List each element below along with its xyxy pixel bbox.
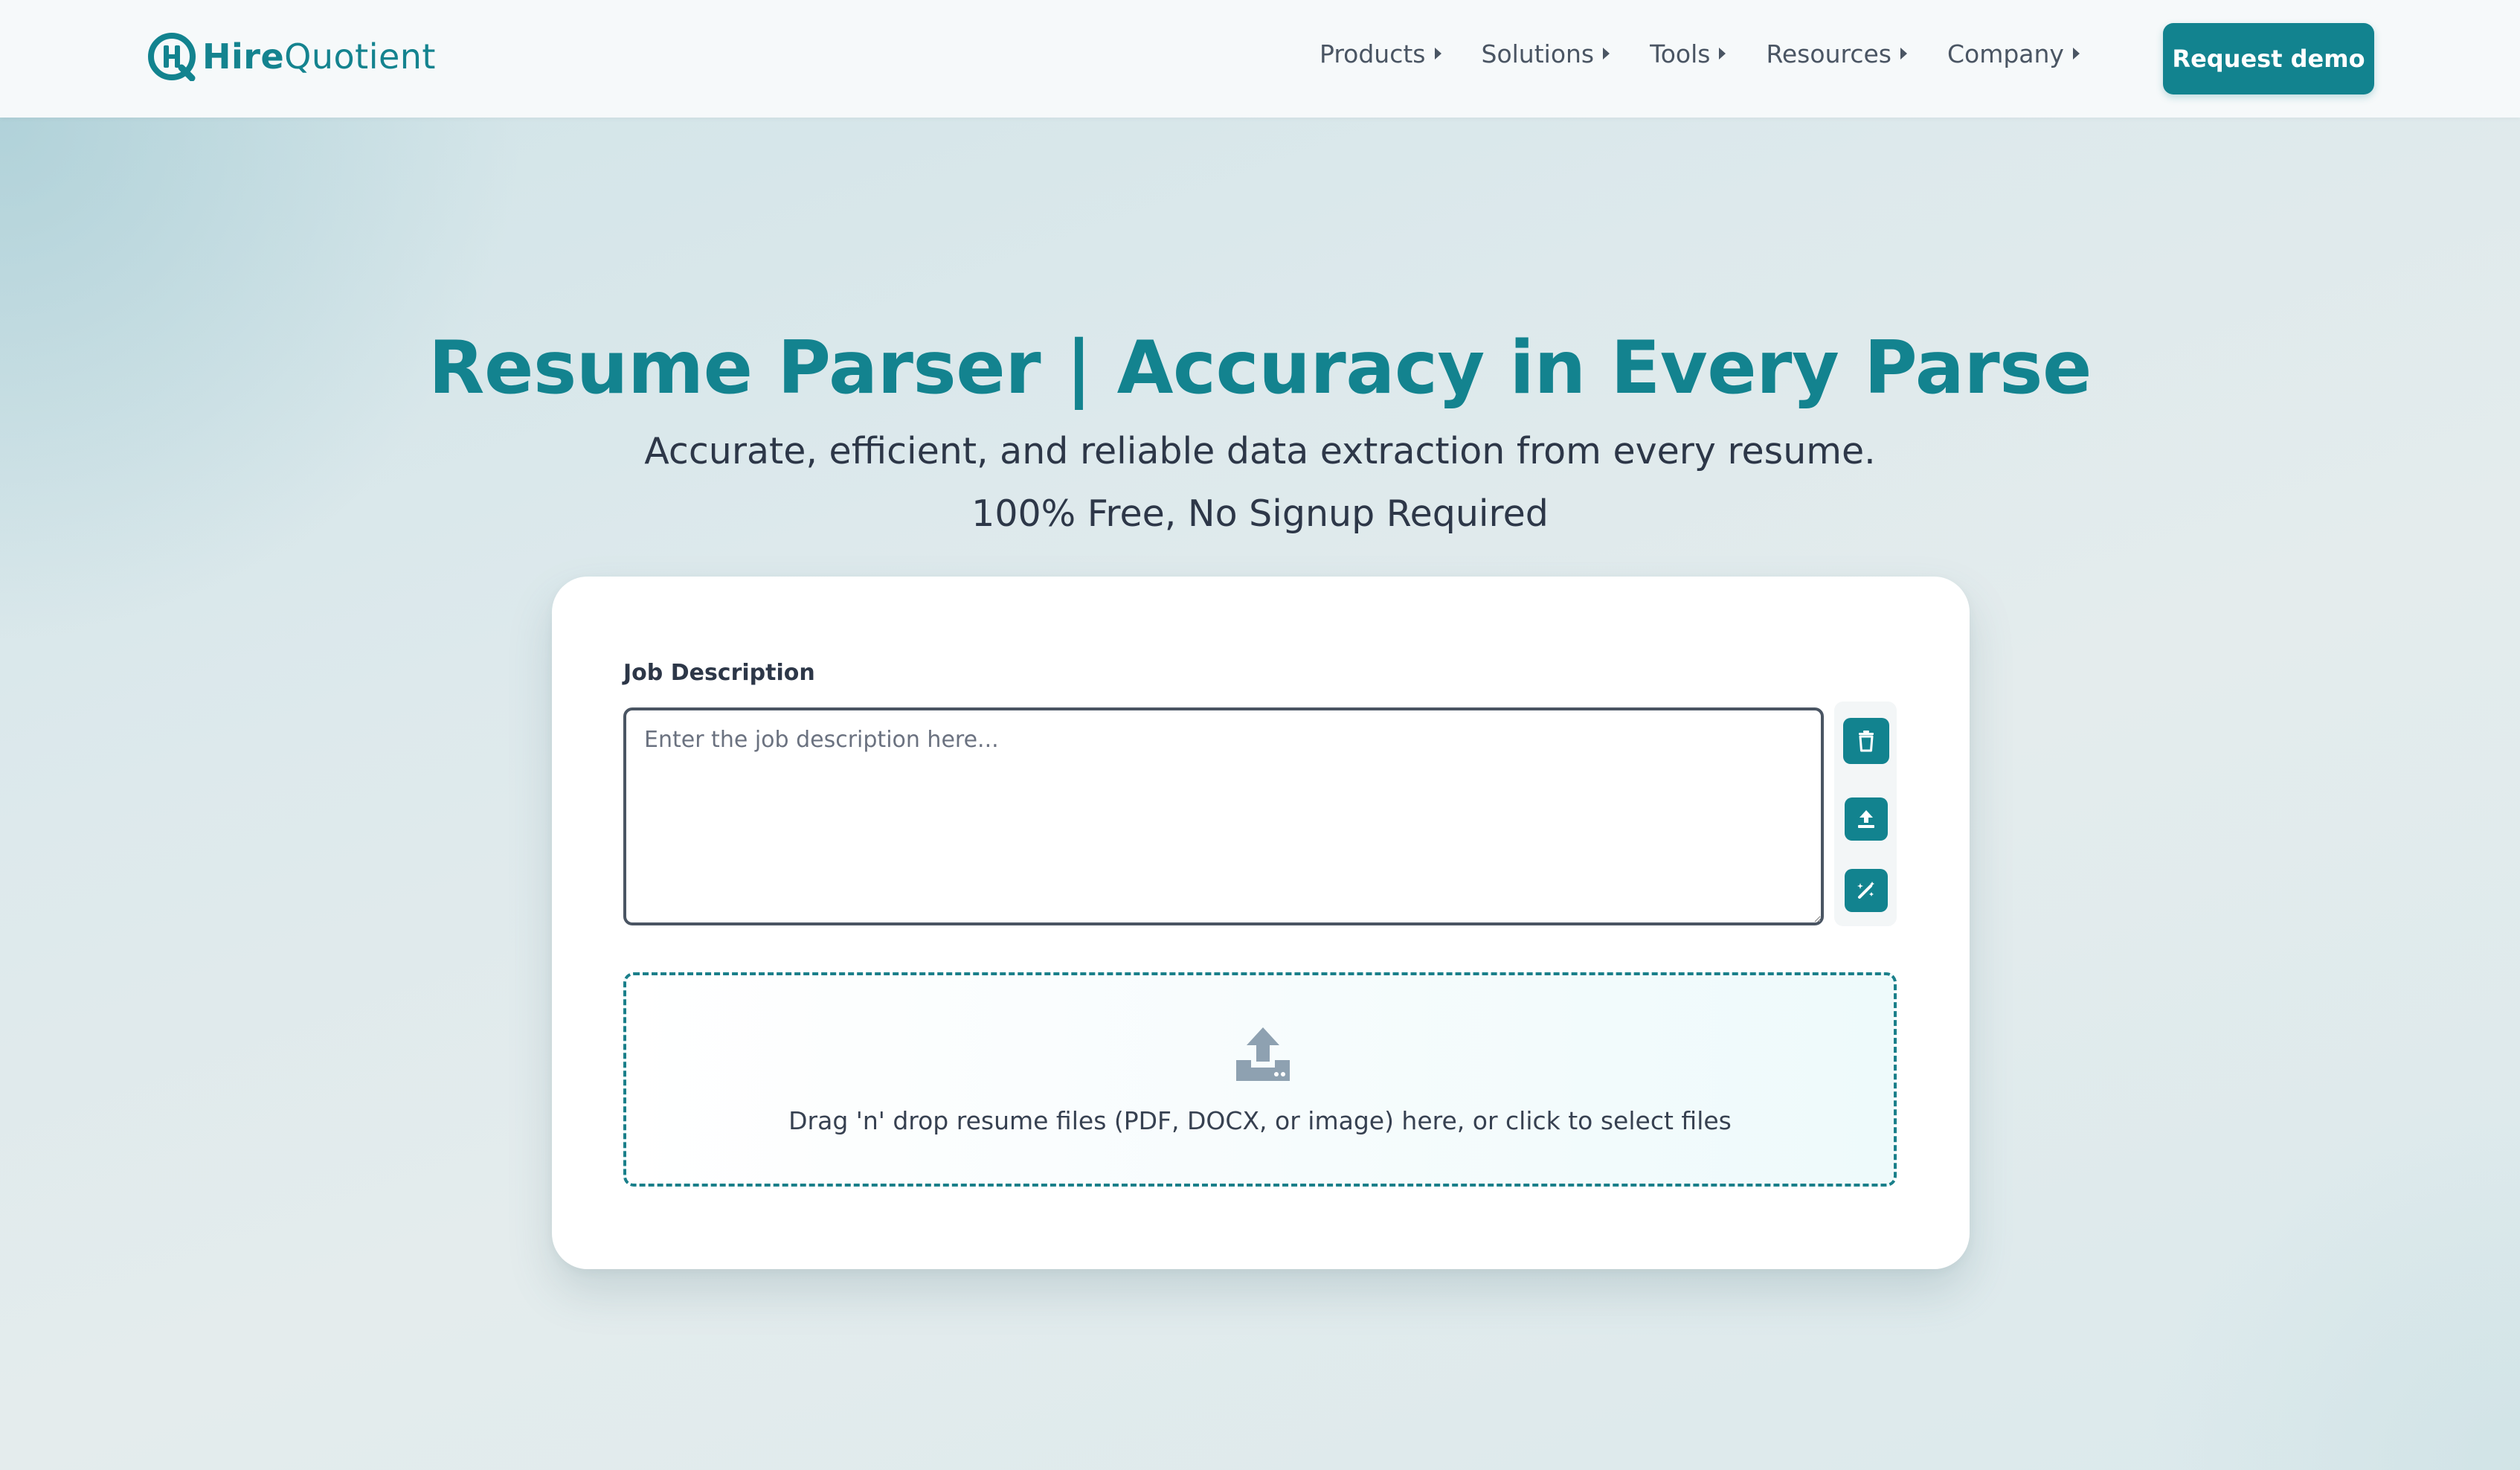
nav-item-label: Company: [1947, 39, 2064, 68]
free-note: 100% Free, No Signup Required: [971, 492, 1549, 535]
nav-item-resources[interactable]: Resources: [1766, 39, 1907, 68]
job-description-input[interactable]: [623, 707, 1824, 925]
nav-item-tools[interactable]: Tools: [1650, 39, 1726, 68]
page-title: Resume Parser | Accuracy in Every Parse: [428, 326, 2092, 411]
nav-item-products[interactable]: Products: [1320, 39, 1441, 68]
nav-item-label: Resources: [1766, 39, 1891, 68]
nav-item-label: Tools: [1650, 39, 1711, 68]
upload-tray-icon: [1236, 1027, 1290, 1081]
caret-right-icon: [1434, 48, 1441, 60]
logo-text: HireQuotient: [202, 36, 436, 77]
trash-icon: [1859, 731, 1874, 752]
auto-generate-button[interactable]: [1845, 869, 1888, 912]
resume-dropzone[interactable]: Drag 'n' drop resume files (PDF, DOCX, o…: [623, 972, 1897, 1187]
main-nav: Products Solutions Tools Resources Compa…: [1320, 33, 2120, 74]
dropzone-instructions: Drag 'n' drop resume files (PDF, DOCX, o…: [788, 1106, 1732, 1135]
logo[interactable]: HireQuotient: [147, 33, 436, 81]
site-header: HireQuotient Products Solutions Tools Re…: [0, 0, 2520, 118]
job-description-toolbar: [1834, 702, 1897, 926]
nav-item-label: Products: [1320, 39, 1426, 68]
nav-item-label: Solutions: [1481, 39, 1595, 68]
delete-button[interactable]: [1843, 718, 1889, 764]
page-subtitle: Accurate, efficient, and reliable data e…: [644, 430, 1876, 472]
request-demo-button[interactable]: Request demo: [2163, 23, 2374, 94]
upload-job-description-button[interactable]: [1845, 797, 1888, 841]
hq-logo-icon: [148, 33, 196, 81]
job-description-label: Job Description: [623, 660, 815, 686]
caret-right-icon: [1603, 48, 1610, 60]
caret-right-icon: [2072, 48, 2080, 60]
nav-item-company[interactable]: Company: [1947, 39, 2080, 68]
upload-icon: [1858, 810, 1874, 828]
caret-right-icon: [1719, 48, 1726, 60]
parser-card: Job Description Enter the job descriptio…: [552, 577, 1970, 1269]
nav-item-solutions[interactable]: Solutions: [1482, 39, 1610, 68]
magic-wand-icon: [1857, 882, 1874, 899]
caret-right-icon: [1900, 48, 1907, 60]
